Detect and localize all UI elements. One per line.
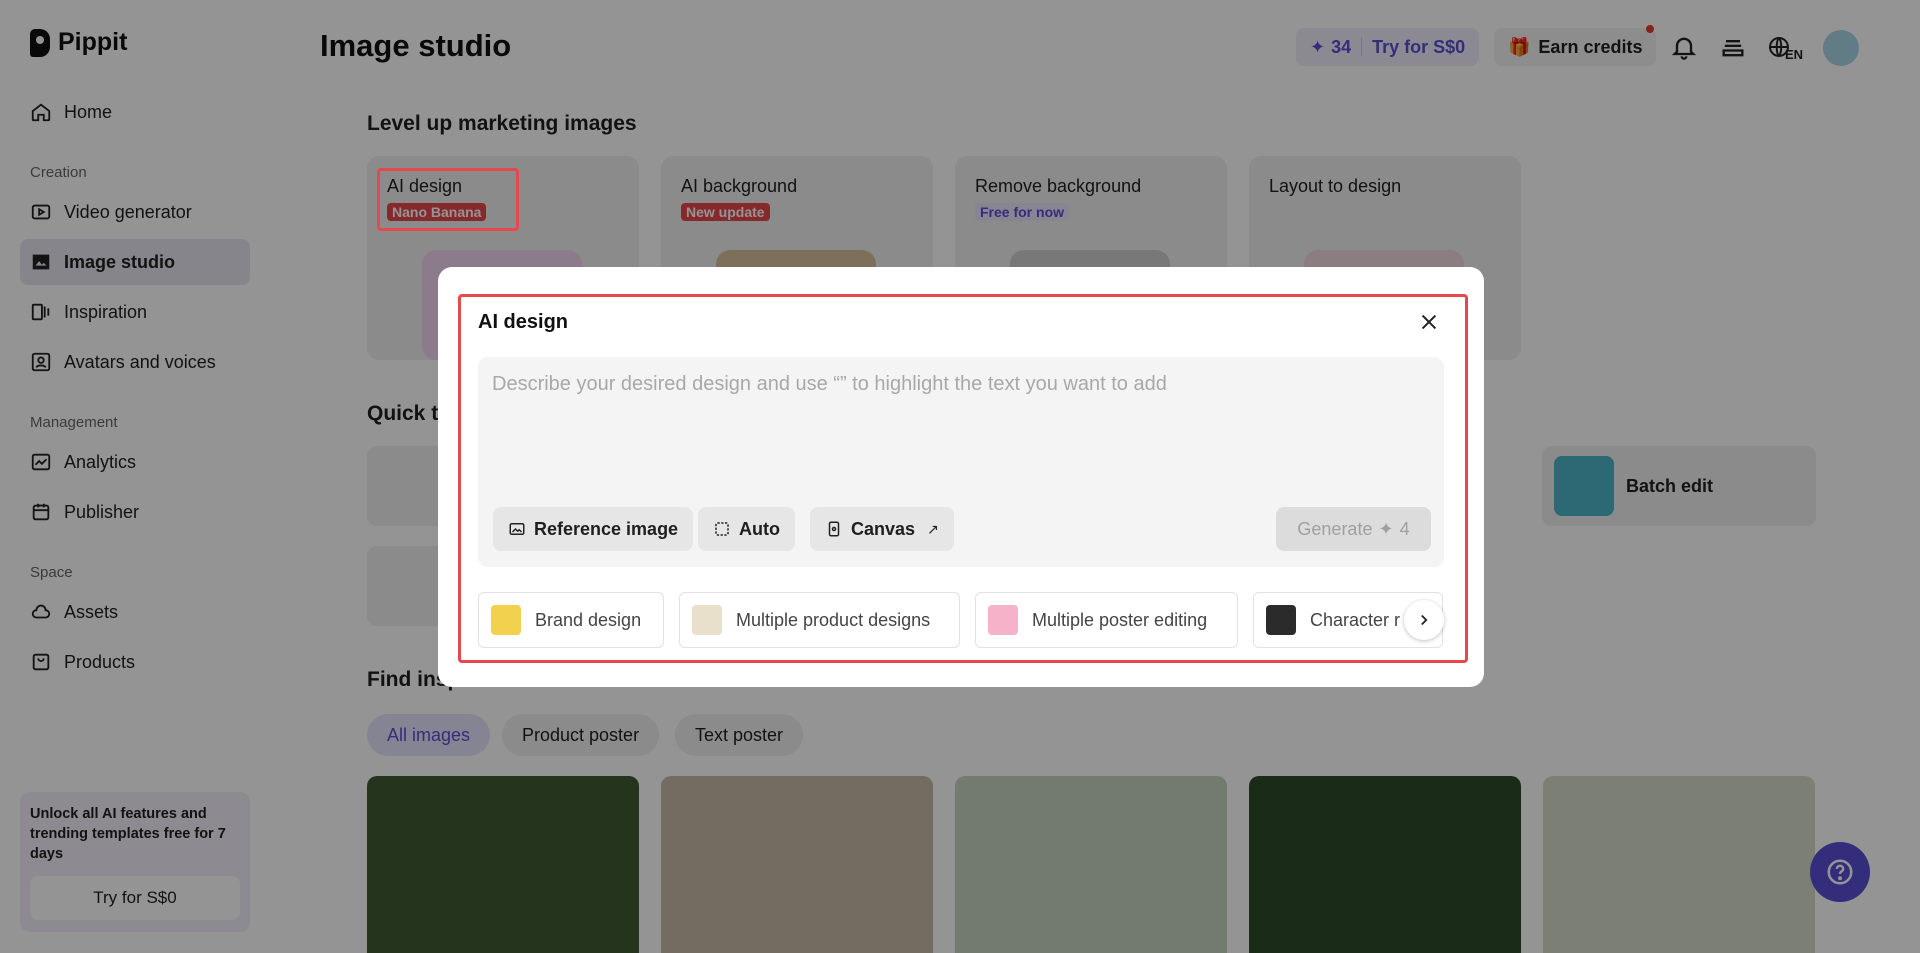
reference-image-button[interactable]: Reference image (493, 507, 694, 551)
auto-label: Auto (739, 518, 780, 539)
auto-size-button[interactable]: Auto (698, 507, 795, 551)
generate-button[interactable]: Generate ✦ 4 (1276, 507, 1431, 551)
canvas-button[interactable]: Canvas ↗ (810, 507, 954, 551)
suggestion-label: Brand design (535, 609, 642, 630)
canvas-icon (828, 521, 840, 537)
suggestion-label: Multiple poster editing (1032, 609, 1208, 630)
close-icon[interactable] (1416, 309, 1442, 335)
suggestion-multiple-poster-editing[interactable]: Multiple poster editing (975, 592, 1238, 648)
reference-image-label: Reference image (534, 518, 679, 539)
external-arrow-icon: ↗ (927, 520, 939, 537)
suggestion-label: Character r (1310, 609, 1401, 630)
image-icon (509, 523, 525, 535)
modal-title: AI design (478, 311, 569, 333)
sparkle-icon: ✦ (1378, 518, 1394, 539)
suggestion-thumbnail (1266, 605, 1296, 635)
canvas-label: Canvas (851, 518, 916, 539)
generate-cost: 4 (1399, 518, 1410, 539)
generate-label: Generate (1297, 518, 1373, 539)
design-prompt-input[interactable] (492, 373, 1422, 473)
suggestion-thumbnail (988, 605, 1018, 635)
suggestion-multiple-product-designs[interactable]: Multiple product designs (679, 592, 960, 648)
suggestion-label: Multiple product designs (736, 609, 931, 630)
prompt-box: Reference image Auto Canvas ↗ Generate ✦… (478, 357, 1444, 567)
aspect-ratio-icon (715, 522, 729, 536)
chevron-right-icon[interactable] (1404, 600, 1444, 640)
highlight-ai-design-card (377, 168, 519, 231)
suggestion-thumbnail (692, 605, 722, 635)
ai-design-modal: AI design Reference image Auto Canvas ↗ … (438, 267, 1484, 687)
suggestion-brand-design[interactable]: Brand design (478, 592, 664, 648)
suggestion-thumbnail (491, 605, 521, 635)
